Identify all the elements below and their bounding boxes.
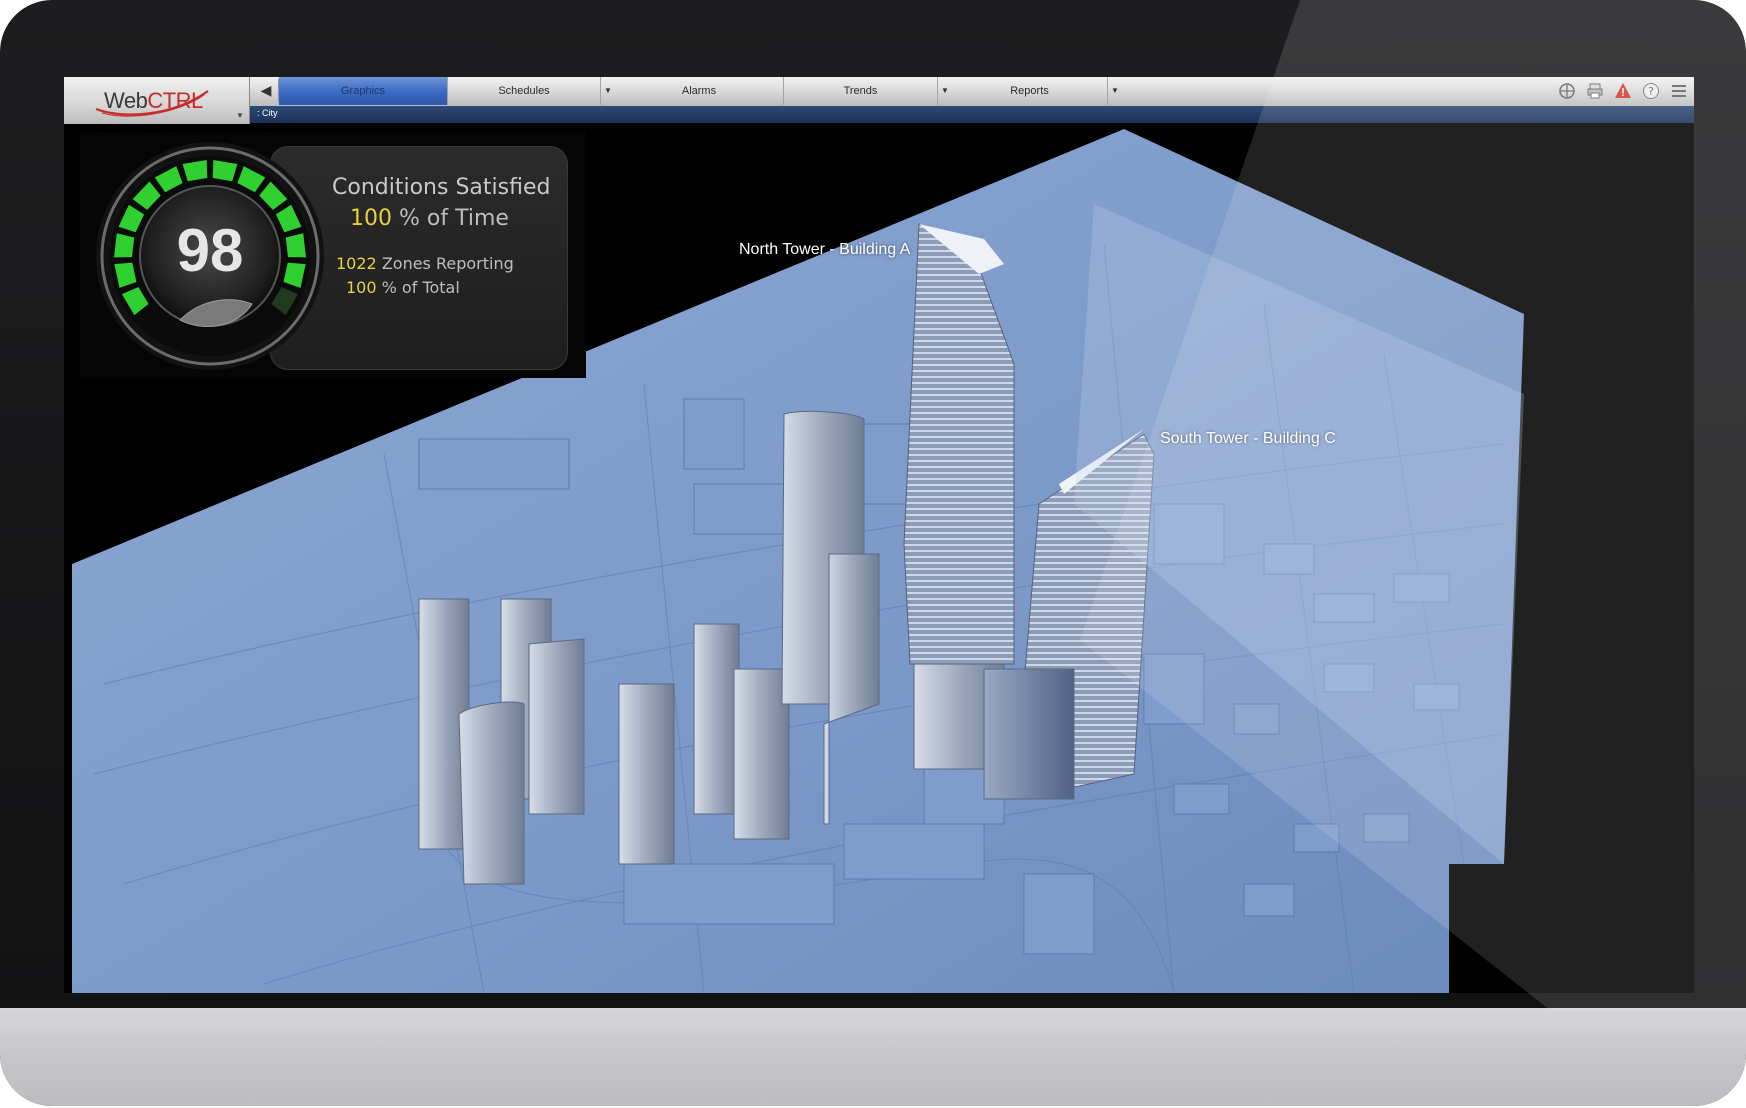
tab-graphics[interactable]: Graphics	[279, 77, 448, 105]
time-value: 100	[350, 206, 392, 231]
help-icon[interactable]: ?	[1642, 82, 1660, 100]
logo-prefix: Web	[104, 88, 148, 113]
webctrl-logo[interactable]: WebCTRL ▼	[64, 77, 250, 124]
tab-alarms[interactable]: Alarms	[615, 77, 784, 105]
trends-dropdown-icon[interactable]: ▼	[937, 77, 952, 105]
time-label: % of Time	[399, 206, 509, 231]
logo-accent: CTRL	[147, 88, 203, 113]
total-value: 100	[346, 278, 377, 297]
total-row: 100 % of Total	[346, 278, 460, 297]
toolbar-icons: ?	[1558, 77, 1694, 105]
webctrl-screen: ◀ Graphics Schedules ▼ Alarms Trends ▼ R…	[64, 77, 1694, 993]
conditions-panel: 98 Conditions Satisfied 100 % of Time 10…	[80, 132, 586, 378]
zones-label: Zones Reporting	[381, 254, 514, 273]
breadcrumb: : City	[249, 106, 1694, 123]
logo-dropdown-icon[interactable]: ▼	[236, 111, 244, 120]
zones-value: 1022	[336, 254, 377, 273]
conditions-title: Conditions Satisfied	[332, 175, 551, 200]
schedules-dropdown-icon[interactable]: ▼	[600, 77, 615, 105]
alarm-warning-icon[interactable]	[1614, 82, 1632, 100]
breadcrumb-path[interactable]: : City	[257, 108, 278, 118]
time-row: 100 % of Time	[350, 206, 509, 231]
back-arrow-icon[interactable]: ◀	[254, 79, 279, 102]
gauge-value: 98	[176, 217, 244, 284]
north-tower-label[interactable]: North Tower - Building A	[739, 241, 910, 259]
menu-icon[interactable]	[1670, 82, 1688, 100]
logo-text: WebCTRL	[104, 88, 203, 114]
south-tower-label[interactable]: South Tower - Building C	[1160, 430, 1336, 448]
tab-trends[interactable]: Trends	[784, 77, 938, 105]
print-icon[interactable]	[1586, 82, 1604, 100]
total-label: % of Total	[381, 278, 460, 297]
tab-reports[interactable]: Reports	[952, 77, 1108, 105]
tab-schedules[interactable]: Schedules	[448, 77, 601, 105]
top-nav-bar: ◀ Graphics Schedules ▼ Alarms Trends ▼ R…	[64, 77, 1694, 107]
reports-dropdown-icon[interactable]: ▼	[1107, 77, 1122, 105]
zones-row: 1022 Zones Reporting	[336, 254, 514, 273]
monitor-chin	[0, 1008, 1746, 1106]
help-nav-icon[interactable]	[1558, 82, 1576, 100]
monitor-frame: ◀ Graphics Schedules ▼ Alarms Trends ▼ R…	[0, 0, 1746, 1106]
svg-text:?: ?	[1648, 85, 1654, 98]
